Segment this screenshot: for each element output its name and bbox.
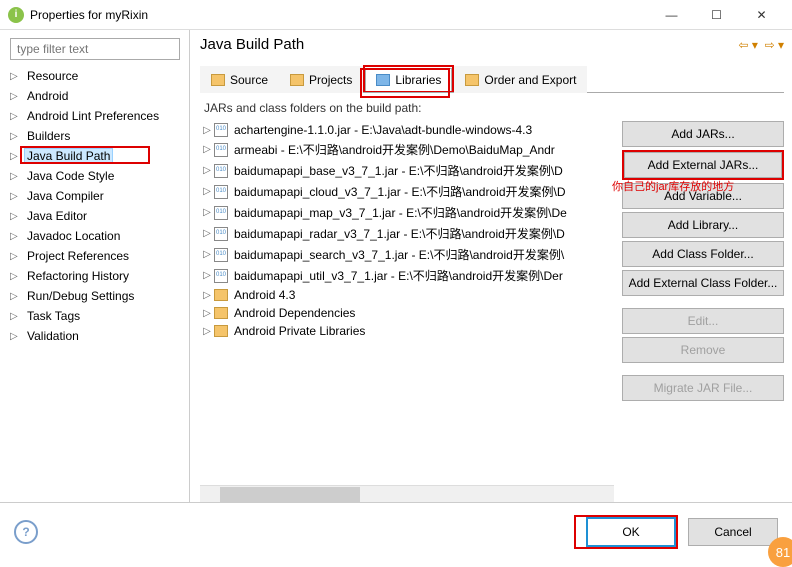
footer: ? OK Cancel <box>0 502 792 560</box>
close-button[interactable]: ✕ <box>739 1 784 29</box>
forward-icon[interactable]: ⇨ ▾ <box>765 38 784 52</box>
tree-item[interactable]: ▷Task Tags <box>10 306 185 326</box>
migrate-jar-button: Migrate JAR File... <box>622 375 784 401</box>
jar-item[interactable]: ▷baidumapapi_radar_v3_7_1.jar - E:\不归路\a… <box>200 223 614 244</box>
jar-icon <box>214 206 228 220</box>
add-external-jars-button[interactable]: Add External JARs... <box>624 152 782 178</box>
edit-button: Edit... <box>622 308 784 334</box>
jar-icon <box>214 269 228 283</box>
tab-icon <box>290 74 304 86</box>
tree-item[interactable]: ▷Builders <box>10 126 185 146</box>
library-icon <box>214 325 228 337</box>
tree-item[interactable]: ▷Java Editor <box>10 206 185 226</box>
library-item[interactable]: ▷Android 4.3 <box>200 286 614 304</box>
add-library-button[interactable]: Add Library... <box>622 212 784 238</box>
tree-item[interactable]: ▷Refactoring History <box>10 266 185 286</box>
annotation-text: 你自己的jar库存放的地方 <box>612 181 782 194</box>
back-icon[interactable]: ⇦ ▾ <box>738 38 757 52</box>
title-bar: i Properties for myRixin — ☐ ✕ <box>0 0 792 30</box>
tab-libraries[interactable]: Libraries <box>365 68 452 91</box>
jar-icon <box>214 143 228 157</box>
tab-bar: SourceProjectsLibrariesOrder and Export <box>200 65 784 93</box>
tree-item[interactable]: ▷Validation <box>10 326 185 346</box>
maximize-button[interactable]: ☐ <box>694 1 739 29</box>
tree-item[interactable]: ▷Resource <box>10 66 185 86</box>
tree-item[interactable]: ▷Project References <box>10 246 185 266</box>
tree-item[interactable]: ▷Java Code Style <box>10 166 185 186</box>
add-external-class-folder-button[interactable]: Add External Class Folder... <box>622 270 784 296</box>
list-header: JARs and class folders on the build path… <box>204 101 784 115</box>
jars-list[interactable]: ▷achartengine-1.1.0.jar - E:\Java\adt-bu… <box>200 121 614 502</box>
tab-projects[interactable]: Projects <box>279 66 363 93</box>
tree-item[interactable]: ▷Java Compiler <box>10 186 185 206</box>
tab-source[interactable]: Source <box>200 66 279 93</box>
jar-item[interactable]: ▷armeabi - E:\不归路\android开发案例\Demo\Baidu… <box>200 139 614 160</box>
ok-button[interactable]: OK <box>586 517 676 547</box>
jar-item[interactable]: ▷achartengine-1.1.0.jar - E:\Java\adt-bu… <box>200 121 614 139</box>
add-jars-button[interactable]: Add JARs... <box>622 121 784 147</box>
cancel-button[interactable]: Cancel <box>688 518 778 546</box>
tab-icon <box>211 74 225 86</box>
library-icon <box>214 307 228 319</box>
jar-item[interactable]: ▷baidumapapi_map_v3_7_1.jar - E:\不归路\and… <box>200 202 614 223</box>
tree-item[interactable]: ▷Android Lint Preferences <box>10 106 185 126</box>
tree-item[interactable]: ▷Run/Debug Settings <box>10 286 185 306</box>
tab-icon <box>376 74 390 86</box>
sidebar: ▷Resource▷Android▷Android Lint Preferenc… <box>0 30 190 502</box>
tree-item[interactable]: ▷Java Build Path <box>10 146 185 166</box>
category-tree[interactable]: ▷Resource▷Android▷Android Lint Preferenc… <box>4 66 185 346</box>
jar-icon <box>214 123 228 137</box>
minimize-button[interactable]: — <box>649 1 694 29</box>
tree-item[interactable]: ▷Javadoc Location <box>10 226 185 246</box>
filter-input[interactable] <box>10 38 180 60</box>
notification-badge: 81 <box>768 537 792 567</box>
app-icon: i <box>8 7 24 23</box>
jar-icon <box>214 227 228 241</box>
jar-icon <box>214 248 228 262</box>
library-item[interactable]: ▷Android Dependencies <box>200 304 614 322</box>
jar-item[interactable]: ▷baidumapapi_base_v3_7_1.jar - E:\不归路\an… <box>200 160 614 181</box>
jar-item[interactable]: ▷baidumapapi_search_v3_7_1.jar - E:\不归路\… <box>200 244 614 265</box>
jar-item[interactable]: ▷baidumapapi_util_v3_7_1.jar - E:\不归路\an… <box>200 265 614 286</box>
remove-button: Remove <box>622 337 784 363</box>
add-class-folder-button[interactable]: Add Class Folder... <box>622 241 784 267</box>
window-title: Properties for myRixin <box>30 8 649 22</box>
jar-icon <box>214 164 228 178</box>
page-title: Java Build Path <box>200 36 738 53</box>
jar-item[interactable]: ▷baidumapapi_cloud_v3_7_1.jar - E:\不归路\a… <box>200 181 614 202</box>
library-item[interactable]: ▷Android Private Libraries <box>200 322 614 340</box>
help-icon[interactable]: ? <box>14 520 38 544</box>
tab-icon <box>465 74 479 86</box>
tree-item[interactable]: ▷Android <box>10 86 185 106</box>
horizontal-scrollbar[interactable] <box>200 485 614 502</box>
library-icon <box>214 289 228 301</box>
tab-order-and-export[interactable]: Order and Export <box>454 66 587 93</box>
jar-icon <box>214 185 228 199</box>
